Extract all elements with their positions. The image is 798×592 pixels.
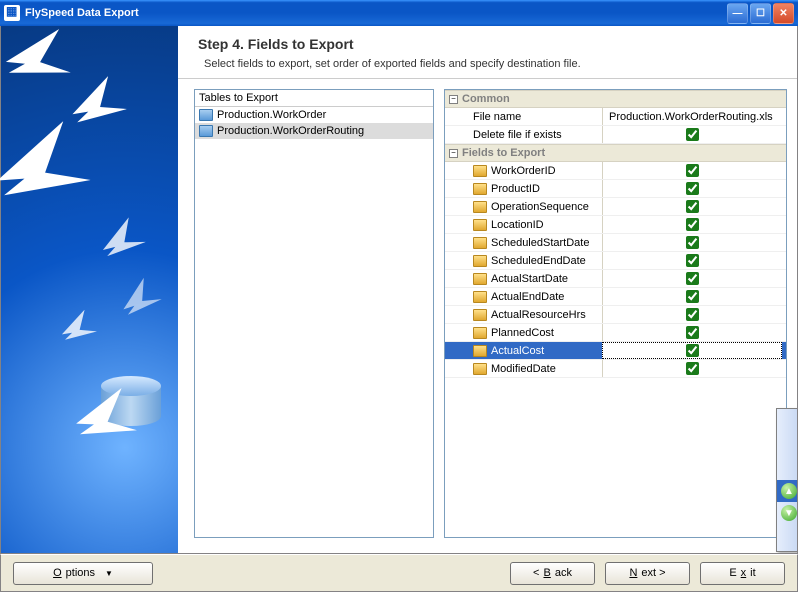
menu-move-up[interactable]: ▲ Move Up	[777, 480, 797, 502]
collapse-icon[interactable]: −	[449, 149, 458, 158]
options-button[interactable]: Options▼	[13, 562, 153, 585]
menu-move-down[interactable]: ▼ Move Down	[777, 502, 797, 524]
paper-plane-icon	[0, 121, 91, 216]
prop-label: File name	[473, 111, 598, 123]
properties-pane[interactable]: − Common File name Production.WorkOrderR…	[444, 89, 787, 538]
prop-value[interactable]: Production.WorkOrderRouting.xls	[602, 108, 782, 125]
field-checkbox[interactable]	[686, 272, 699, 285]
arrow-down-icon: ▼	[781, 505, 797, 521]
field-row[interactable]: ScheduledEndDate	[445, 252, 786, 270]
field-checkbox[interactable]	[686, 236, 699, 249]
field-row[interactable]: ScheduledStartDate	[445, 234, 786, 252]
paper-plane-icon	[1, 29, 71, 88]
field-icon	[473, 327, 487, 339]
table-label: Production.WorkOrderRouting	[217, 125, 364, 137]
field-checkbox[interactable]	[686, 326, 699, 339]
field-icon	[473, 165, 487, 177]
exit-button[interactable]: Exit	[700, 562, 785, 585]
field-checkbox[interactable]	[686, 182, 699, 195]
table-icon	[199, 125, 213, 137]
field-row[interactable]: ModifiedDate	[445, 360, 786, 378]
paper-plane-icon	[57, 310, 97, 348]
table-row[interactable]: Production.WorkOrder	[195, 107, 433, 123]
field-row[interactable]: ProductID	[445, 180, 786, 198]
arrow-up-icon: ▲	[781, 483, 797, 499]
minimize-button[interactable]: —	[727, 3, 748, 24]
field-checkbox[interactable]	[686, 254, 699, 267]
field-checkbox[interactable]	[686, 308, 699, 321]
field-row[interactable]: ActualEndDate	[445, 288, 786, 306]
field-icon	[473, 273, 487, 285]
table-icon	[199, 109, 213, 121]
prop-row-deletefile[interactable]: Delete file if exists	[445, 126, 786, 144]
field-checkbox[interactable]	[686, 218, 699, 231]
field-row[interactable]: PlannedCost	[445, 324, 786, 342]
field-icon	[473, 363, 487, 375]
prop-label: Delete file if exists	[473, 129, 598, 141]
paper-plane-icon	[96, 217, 146, 265]
field-icon	[473, 237, 487, 249]
group-fields[interactable]: − Fields to Export	[445, 144, 786, 162]
paper-plane-icon	[116, 278, 162, 323]
field-row[interactable]: ActualCost	[445, 342, 786, 360]
chevron-down-icon: ▼	[105, 569, 113, 578]
wizard-sidebar	[1, 26, 178, 553]
field-icon	[473, 345, 487, 357]
field-icon	[473, 183, 487, 195]
context-menu: Check All Invert Uncheck All ▲ Move Up ▼…	[776, 408, 797, 552]
prop-row-filename[interactable]: File name Production.WorkOrderRouting.xl…	[445, 108, 786, 126]
menu-check-all[interactable]: Check All	[777, 409, 797, 431]
menu-invert[interactable]: Invert	[777, 431, 797, 453]
step-title: Step 4. Fields to Export	[198, 36, 777, 52]
field-checkbox[interactable]	[686, 200, 699, 213]
app-icon	[4, 5, 20, 21]
close-button[interactable]: ✕	[773, 3, 794, 24]
step-header: Step 4. Fields to Export Select fields t…	[178, 26, 797, 79]
field-icon	[473, 255, 487, 267]
field-icon	[473, 219, 487, 231]
field-row[interactable]: ActualStartDate	[445, 270, 786, 288]
field-checkbox[interactable]	[686, 362, 699, 375]
field-row[interactable]: ActualResourceHrs	[445, 306, 786, 324]
table-row[interactable]: Production.WorkOrderRouting	[195, 123, 433, 139]
field-icon	[473, 291, 487, 303]
maximize-button[interactable]: ☐	[750, 3, 771, 24]
window-title: FlySpeed Data Export	[25, 7, 727, 19]
delete-file-checkbox[interactable]	[686, 128, 699, 141]
footer: Options▼ < Back Next > Exit	[0, 554, 798, 592]
field-row[interactable]: WorkOrderID	[445, 162, 786, 180]
field-row[interactable]: LocationID	[445, 216, 786, 234]
paper-plane-icon	[65, 76, 127, 134]
group-common[interactable]: − Common	[445, 90, 786, 108]
field-row[interactable]: OperationSequence	[445, 198, 786, 216]
field-icon	[473, 201, 487, 213]
tables-pane[interactable]: Tables to Export Production.WorkOrder Pr…	[194, 89, 434, 538]
field-icon	[473, 309, 487, 321]
field-checkbox[interactable]	[686, 290, 699, 303]
field-checkbox[interactable]	[686, 164, 699, 177]
menu-uncheck-all[interactable]: Uncheck All	[777, 453, 797, 475]
collapse-icon[interactable]: −	[449, 95, 458, 104]
titlebar[interactable]: FlySpeed Data Export — ☐ ✕	[0, 0, 798, 26]
field-checkbox[interactable]	[686, 344, 699, 357]
next-button[interactable]: Next >	[605, 562, 690, 585]
tables-heading: Tables to Export	[195, 90, 433, 107]
back-button[interactable]: < Back	[510, 562, 595, 585]
table-label: Production.WorkOrder	[217, 109, 326, 121]
menu-reset[interactable]: Reset to defaults	[777, 529, 797, 551]
step-subtitle: Select fields to export, set order of ex…	[198, 58, 777, 70]
